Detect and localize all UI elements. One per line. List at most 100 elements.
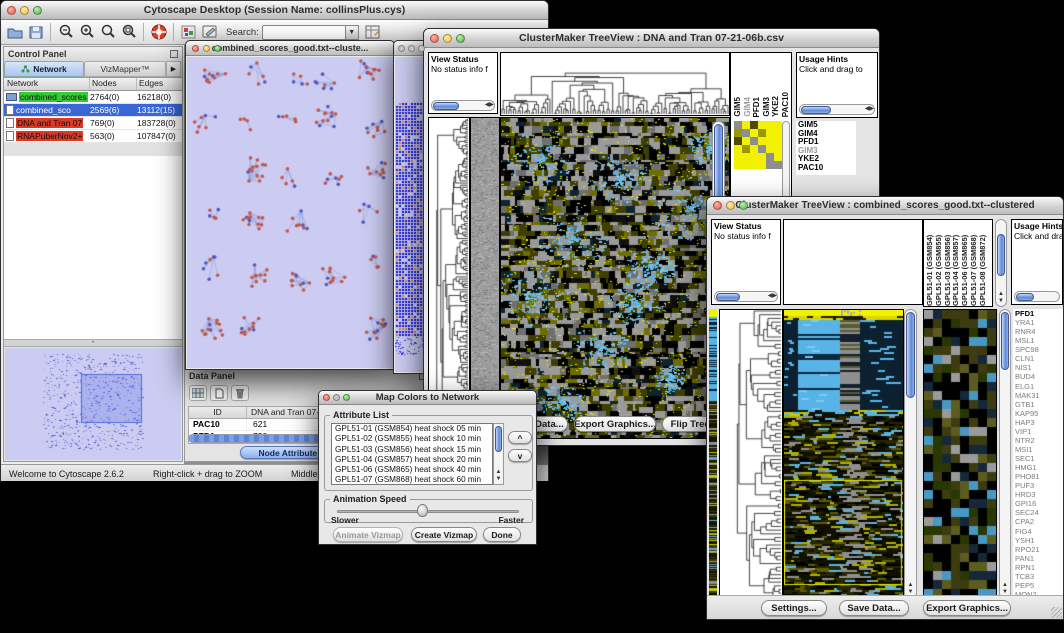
network-view-titlebar[interactable]: combined_scores_good.txt--cluste...: [186, 41, 394, 56]
network-overview-panel[interactable]: [5, 348, 181, 460]
zoom-button[interactable]: [343, 394, 350, 401]
create-vizmap-button[interactable]: Create Vizmap: [411, 527, 477, 542]
tv2-detail-heatmap[interactable]: [923, 309, 997, 599]
scroll-thumb[interactable]: [495, 426, 502, 452]
tv2-status-hscrollbar[interactable]: ◀▶: [714, 291, 778, 302]
col-header-network[interactable]: Network: [4, 78, 90, 90]
scroll-down-arrow[interactable]: ▼: [996, 298, 1006, 305]
gene-label[interactable]: GTB1: [1013, 400, 1063, 409]
gene-label[interactable]: HAP3: [1013, 418, 1063, 427]
scroll-thumb[interactable]: [906, 312, 915, 398]
attribute-list-item[interactable]: GPL51-07 (GSM868) heat shock 60 min: [332, 475, 492, 485]
tv2-row-dendrogram[interactable]: [719, 309, 783, 599]
tv1-usage-hscrollbar[interactable]: ◀▶: [799, 104, 875, 115]
data-col-id[interactable]: ID: [189, 407, 247, 418]
gene-label[interactable]: RPN1: [1013, 563, 1063, 572]
tv2-export-graphics-button[interactable]: Export Graphics...: [923, 600, 1011, 616]
zoom-button[interactable]: [214, 45, 221, 52]
tv2-column-dendrogram[interactable]: [783, 219, 923, 305]
attribute-list-item[interactable]: GPL51-01 (GSM854) heat shock 05 min: [332, 424, 492, 434]
scroll-right-arrow[interactable]: ▶: [489, 102, 494, 109]
close-button[interactable]: [398, 45, 405, 52]
gene-label[interactable]: PHO81: [1013, 472, 1063, 481]
tv2-detail-vscrollbar[interactable]: ▲ ▼: [999, 309, 1011, 599]
zoom-in-icon[interactable]: [77, 23, 96, 42]
scroll-up-arrow[interactable]: ▲: [905, 582, 916, 589]
gene-label[interactable]: NIS1: [1013, 363, 1063, 372]
network-overview-canvas[interactable]: [5, 348, 181, 458]
gene-label[interactable]: CPA2: [1013, 517, 1063, 526]
animation-slider-track[interactable]: [337, 510, 519, 513]
done-button[interactable]: Done: [483, 527, 521, 542]
minimize-button[interactable]: [20, 6, 29, 15]
scroll-thumb[interactable]: [997, 234, 1005, 276]
gene-label[interactable]: SEC1: [1013, 454, 1063, 463]
tv2-heatmap-vscrollbar[interactable]: ▲ ▼: [904, 309, 917, 599]
float-panel-icon[interactable]: [170, 50, 178, 58]
gene-label[interactable]: SPC98: [1013, 345, 1063, 354]
attribute-list-item[interactable]: GPL51-06 (GSM865) heat shock 40 min: [332, 465, 492, 475]
attribute-list-item[interactable]: GPL51-02 (GSM855) heat shock 10 min: [332, 434, 492, 444]
open-file-button[interactable]: [5, 23, 24, 42]
minimize-button[interactable]: [203, 45, 210, 52]
zoom-out-icon[interactable]: [56, 23, 75, 42]
gene-label[interactable]: GPI16: [1013, 499, 1063, 508]
tab-overflow-button[interactable]: ▶: [166, 61, 181, 77]
tv1-status-hscrollbar[interactable]: ◀▶: [431, 100, 495, 111]
network-graph-canvas[interactable]: [187, 57, 393, 368]
tv1-detail-heatmap[interactable]: [734, 121, 782, 169]
tv2-save-data-button[interactable]: Save Data...: [839, 600, 909, 616]
gene-label[interactable]: HMG1: [1013, 463, 1063, 472]
treeview2-titlebar[interactable]: ClusterMaker TreeView : combined_scores_…: [707, 197, 1063, 215]
scroll-up-arrow[interactable]: ▲: [494, 469, 503, 476]
tv2-settings-button[interactable]: Settings...: [761, 600, 827, 616]
help-lifering-icon[interactable]: [149, 23, 168, 42]
resize-grip[interactable]: [1051, 607, 1062, 618]
search-dropdown-button[interactable]: ▼: [346, 25, 359, 40]
tv1-column-dendrogram[interactable]: [500, 52, 730, 116]
zoom-selected-icon[interactable]: [119, 23, 138, 42]
zoom-fit-icon[interactable]: [98, 23, 117, 42]
gene-label[interactable]: PEP5: [1013, 581, 1063, 590]
gene-label[interactable]: PUF3: [1013, 481, 1063, 490]
animation-slider-thumb[interactable]: [417, 504, 428, 517]
tv2-global-overview-strip[interactable]: [709, 309, 717, 599]
tv1-row-label[interactable]: PAC10: [798, 164, 856, 173]
scroll-up-arrow[interactable]: ▲: [996, 291, 1006, 298]
minimize-button[interactable]: [443, 34, 452, 43]
zoom-button[interactable]: [456, 34, 465, 43]
minimize-button[interactable]: [726, 201, 735, 210]
scroll-right-arrow[interactable]: ▶: [869, 106, 874, 113]
network-canvas-area[interactable]: [187, 57, 393, 368]
attribute-browser-icon[interactable]: [364, 23, 383, 42]
gene-label[interactable]: PAN1: [1013, 554, 1063, 563]
vizmapper-icon[interactable]: [179, 23, 198, 42]
close-button[interactable]: [430, 34, 439, 43]
tab-vizmapper[interactable]: VizMapper™: [84, 61, 166, 77]
network-tree-row[interactable]: RNAPuberNov2+563(0)107847(0): [4, 130, 182, 143]
network-tree-row[interactable]: combined_sco2569(6)13112(15): [4, 104, 182, 117]
gene-label[interactable]: BUD4: [1013, 372, 1063, 381]
attribute-listbox[interactable]: GPL51-01 (GSM854) heat shock 05 minGPL51…: [331, 423, 493, 485]
scroll-thumb[interactable]: [714, 124, 723, 206]
col-header-edges[interactable]: Edges: [137, 78, 182, 90]
select-attributes-icon[interactable]: [189, 385, 207, 401]
col-header-nodes[interactable]: Nodes: [90, 78, 137, 90]
gene-label[interactable]: FIG4: [1013, 527, 1063, 536]
gene-label[interactable]: RNR4: [1013, 327, 1063, 336]
window-controls[interactable]: [1, 6, 48, 15]
dialog-titlebar[interactable]: Map Colors to Network: [319, 391, 536, 405]
attribute-list-item[interactable]: GPL51-03 (GSM856) heat shock 15 min: [332, 445, 492, 455]
annotation-icon[interactable]: [200, 23, 219, 42]
close-button[interactable]: [323, 394, 330, 401]
attribute-list-vscrollbar[interactable]: ▲ ▼: [493, 423, 504, 485]
main-titlebar[interactable]: Cytoscape Desktop (Session Name: collins…: [1, 1, 548, 20]
gene-label[interactable]: YRA1: [1013, 318, 1063, 327]
network-tree-row[interactable]: combined_scores2764(0)16218(0): [4, 91, 182, 104]
attribute-list-item[interactable]: GPL51-04 (GSM857) heat shock 20 min: [332, 455, 492, 465]
gene-label[interactable]: RPO21: [1013, 545, 1063, 554]
gene-label[interactable]: MSI1: [1013, 445, 1063, 454]
tv2-usage-hscrollbar[interactable]: [1014, 291, 1060, 302]
gene-label[interactable]: TCB3: [1013, 572, 1063, 581]
tv2-col-labels-vscrollbar[interactable]: ▲ ▼: [995, 219, 1007, 307]
